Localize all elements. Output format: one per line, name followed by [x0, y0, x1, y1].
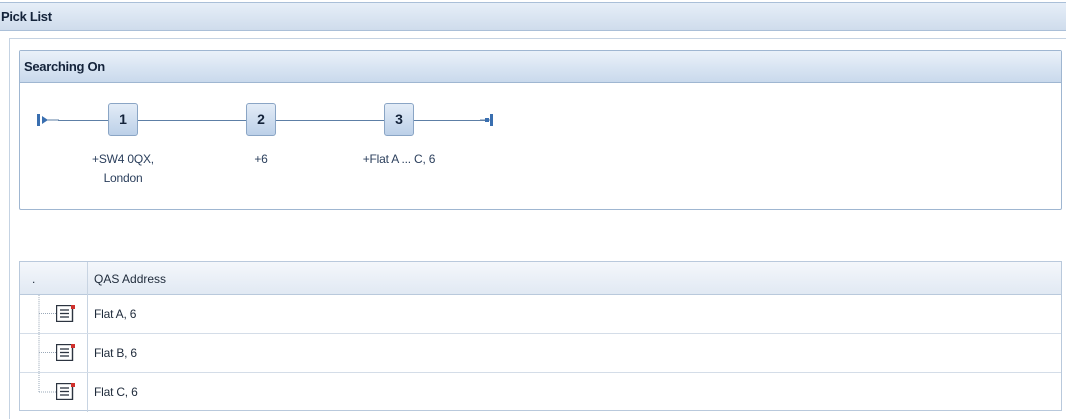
search-step-3-label-line1: +Flat A ... C, 6 [362, 152, 436, 166]
search-step-2-button[interactable]: 2 [246, 103, 276, 136]
row-address: Flat A, 6 [94, 307, 137, 321]
row-address: Flat C, 6 [94, 385, 138, 399]
address-results-grid: . QAS Address Flat A, 6 Flat B, 6 Flat C… [19, 261, 1062, 412]
search-step-1-label-line1: +SW4 0QX, [92, 152, 154, 166]
searching-on-title: Searching On [24, 59, 105, 74]
end-pin-icon [480, 114, 493, 126]
search-track-line [58, 120, 108, 121]
search-step-2-label: +6 [231, 150, 291, 169]
search-step-1-label-line2: London [103, 171, 143, 185]
pick-list-page: Pick List Searching On 1 2 3 +SW4 0QX, L… [0, 0, 1066, 419]
grid-column-selector-header: . [32, 272, 36, 286]
searching-on-header: Searching On [20, 51, 1061, 83]
table-row[interactable]: Flat B, 6 [20, 334, 1061, 373]
search-step-1-label: +SW4 0QX, London [73, 150, 173, 188]
tree-connector [38, 373, 56, 393]
search-track-line [276, 120, 384, 121]
tree-connector [38, 334, 56, 372]
start-arrow-icon [37, 114, 59, 126]
page-title: Pick List [1, 9, 52, 24]
search-step-3-label: +Flat A ... C, 6 [339, 150, 459, 169]
searching-on-panel: Searching On [19, 50, 1062, 210]
search-step-3-button[interactable]: 3 [384, 103, 414, 136]
search-track-line [138, 120, 246, 121]
search-track-line [414, 120, 486, 121]
search-step-1-button[interactable]: 1 [108, 103, 138, 136]
table-row[interactable]: Flat C, 6 [20, 373, 1061, 412]
document-icon [56, 305, 75, 322]
search-step-2-label-line1: +6 [254, 152, 268, 166]
tree-connector [38, 295, 56, 333]
document-icon [56, 344, 75, 361]
grid-column-qas-address-header[interactable]: QAS Address [94, 272, 166, 286]
row-address: Flat B, 6 [94, 346, 137, 360]
document-icon [56, 383, 75, 400]
title-bar: Pick List [0, 2, 1066, 31]
table-row[interactable]: Flat A, 6 [20, 295, 1061, 334]
grid-header-row: . QAS Address [20, 262, 1061, 295]
